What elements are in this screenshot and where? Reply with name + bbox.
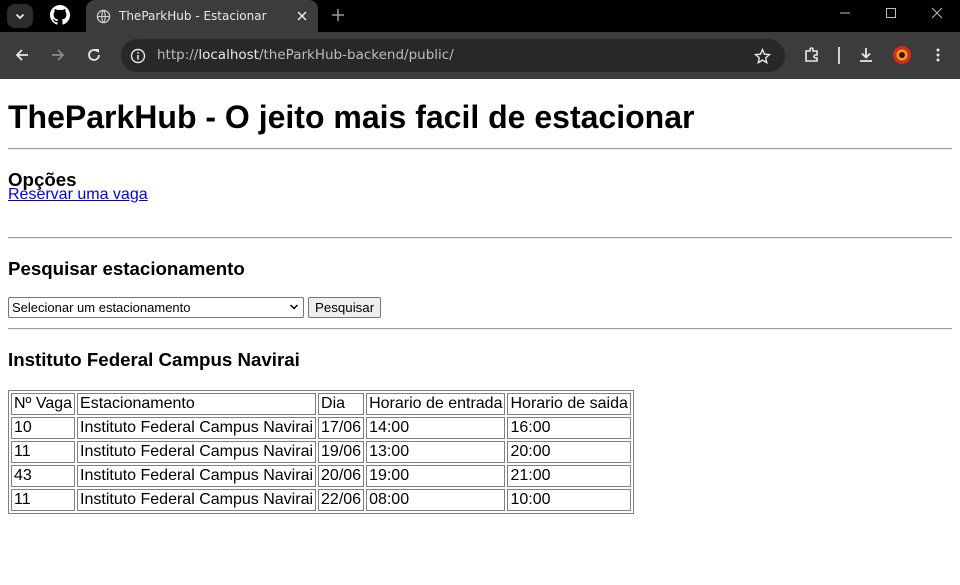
column-header: Horario de entrada — [366, 393, 506, 415]
chevron-down-icon — [15, 13, 25, 20]
download-icon[interactable] — [854, 43, 878, 67]
table-cell: 43 — [11, 465, 76, 487]
tab-title: TheParkHub - Estacionar — [119, 9, 267, 23]
table-row: 10 Instituto Federal Campus Navirai 17/0… — [11, 417, 631, 439]
kebab-menu-icon[interactable] — [926, 43, 950, 67]
maximize-icon[interactable] — [868, 0, 914, 26]
profile-avatar-icon[interactable] — [890, 43, 914, 67]
result-heading: Instituto Federal Campus Navirai — [8, 349, 300, 370]
table-cell: 21:00 — [507, 465, 631, 487]
browser-toolbar: http://localhost/theParkHub-backend/publ… — [0, 32, 960, 79]
chevron-down-icon — [288, 301, 300, 313]
table-cell: 11 — [11, 441, 76, 463]
tab-search-button[interactable] — [7, 4, 33, 28]
reservations-table: Nº Vaga Estacionamento Dia Horario de en… — [8, 390, 634, 514]
window-close-icon[interactable] — [914, 0, 960, 26]
table-cell: 10 — [11, 417, 76, 439]
minimize-icon[interactable] — [822, 0, 868, 26]
reload-icon[interactable] — [82, 43, 106, 67]
table-cell: Instituto Federal Campus Navirai — [77, 441, 317, 463]
parking-select-value: Selecionar um estacionamento — [12, 299, 191, 315]
active-tab[interactable]: TheParkHub - Estacionar — [86, 0, 318, 32]
arrow-left-icon[interactable] — [10, 43, 34, 67]
column-header: Estacionamento — [77, 393, 317, 415]
search-form: Selecionar um estacionamento Pesquisar — [8, 291, 952, 328]
table-cell: Instituto Federal Campus Navirai — [77, 489, 317, 511]
column-header: Dia — [318, 393, 365, 415]
table-cell: 19:00 — [366, 465, 506, 487]
table-cell: 19/06 — [318, 441, 365, 463]
address-bar[interactable]: http://localhost/theParkHub-backend/publ… — [121, 39, 785, 72]
url-text: http://localhost/theParkHub-backend/publ… — [157, 47, 454, 63]
table-row: 43 Instituto Federal Campus Navirai 20/0… — [11, 465, 631, 487]
table-cell: 16:00 — [507, 417, 631, 439]
puzzle-icon[interactable] — [800, 43, 824, 67]
column-header: Horario de saida — [507, 393, 631, 415]
table-cell: 11 — [11, 489, 76, 511]
table-cell: 20:00 — [507, 441, 631, 463]
page-content: TheParkHub - O jeito mais facil de estac… — [0, 79, 960, 514]
table-row: 11 Instituto Federal Campus Navirai 22/0… — [11, 489, 631, 511]
table-cell: 08:00 — [366, 489, 506, 511]
table-cell: 10:00 — [507, 489, 631, 511]
table-cell: 20/06 — [318, 465, 365, 487]
table-cell: Instituto Federal Campus Navirai — [77, 417, 317, 439]
table-cell: 22/06 — [318, 489, 365, 511]
page-title: TheParkHub - O jeito mais facil de estac… — [8, 99, 695, 135]
search-button[interactable]: Pesquisar — [308, 296, 382, 318]
github-icon[interactable] — [48, 3, 72, 27]
table-cell: 17/06 — [318, 417, 365, 439]
table-row: 11 Instituto Federal Campus Navirai 19/0… — [11, 441, 631, 463]
star-icon[interactable] — [753, 47, 771, 65]
table-cell: 14:00 — [366, 417, 506, 439]
close-icon[interactable] — [294, 8, 310, 24]
arrow-right-icon[interactable] — [46, 43, 70, 67]
info-icon[interactable] — [129, 47, 147, 65]
search-heading: Pesquisar estacionamento — [8, 258, 245, 279]
table-cell: Instituto Federal Campus Navirai — [77, 465, 317, 487]
plus-icon[interactable] — [329, 4, 347, 26]
parking-select[interactable]: Selecionar um estacionamento — [8, 296, 304, 318]
table-cell: 13:00 — [366, 441, 506, 463]
table-header-row: Nº Vaga Estacionamento Dia Horario de en… — [11, 393, 631, 415]
reserve-link[interactable]: Reservar uma vaga — [8, 186, 148, 203]
toolbar-divider — [838, 47, 840, 64]
tab-strip: TheParkHub - Estacionar — [0, 0, 960, 32]
column-header: Nº Vaga — [11, 393, 76, 415]
globe-icon — [95, 8, 111, 24]
